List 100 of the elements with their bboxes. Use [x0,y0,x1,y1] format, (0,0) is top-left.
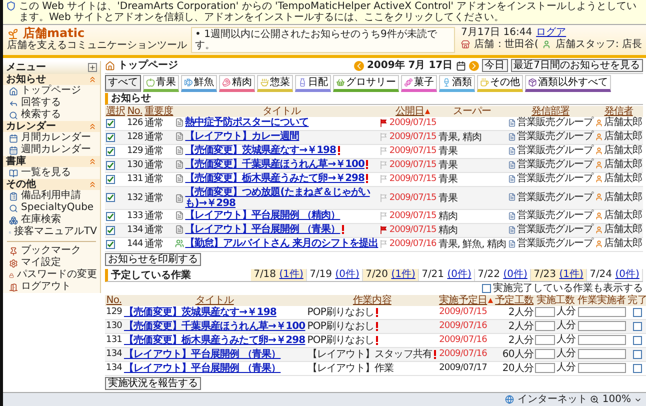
done-checkbox[interactable] [632,308,642,317]
logout-link[interactable]: ログア [536,27,566,38]
count-link[interactable]: (1件) [391,269,416,280]
done-checkbox[interactable] [632,364,642,373]
category-tab[interactable]: すべて [105,75,141,92]
menu-item[interactable]: ブックマーク [3,245,100,257]
column-header[interactable]: 作業内容 [306,295,438,306]
category-tab[interactable]: 菓子 [401,75,437,92]
input-field[interactable] [535,348,556,358]
input-field[interactable] [578,363,626,374]
task-title-link[interactable]: 【レイアウト】平台展開例 （青果） [124,349,281,360]
row-checkbox[interactable] [106,174,115,184]
column-header[interactable]: スーパー [437,106,507,117]
column-header[interactable]: 発信部署 [507,106,594,117]
previous-icon[interactable] [354,60,364,70]
category-tab[interactable]: その他 [477,75,523,92]
task-title-link[interactable]: 【レイアウト】平台展開例 （青果） [124,363,281,374]
done-checkbox[interactable] [632,350,642,359]
notice-title-link[interactable]: 【売価変更】茨城県産なす→￥198 [185,145,336,156]
notice-title-link[interactable]: 【レイアウト】平台展開例 （青果） [185,224,340,235]
input-field[interactable] [578,335,626,346]
menu-item[interactable]: 備品利用申請 [3,190,100,202]
collapse-icon[interactable] [88,122,97,131]
notice-title-link[interactable]: 【売価変更】栃木県産うみたて卵→￥298 [185,173,364,184]
notice-title-link[interactable]: 熱中症予防ポスターについて [185,117,309,128]
category-tab[interactable]: 酒類 [439,75,475,92]
notice-title-link[interactable]: 【レイアウト】平台展開例 （精肉） [185,210,340,221]
done-checkbox[interactable] [632,336,642,345]
notice-title-link[interactable]: 【勤怠】アルバイトさん 来月のシフトを提出 [185,238,378,249]
count-link[interactable]: (1件) [559,269,584,280]
column-header[interactable]: 作業実施者 [576,295,627,306]
flag-icon[interactable] [380,226,388,234]
toolbar-button[interactable]: 最近7日間のお知らせを見る [510,59,643,72]
menu-item[interactable]: 月間カレンダー [3,132,100,144]
menu-item[interactable]: パスワードの変更 [3,269,100,281]
row-checkbox[interactable] [106,146,115,156]
column-header[interactable]: 予定工数 [494,295,534,306]
category-tab[interactable]: 酒類以外すべて [525,75,611,92]
task-title-link[interactable]: 【売価変更】茨城県産なす→￥198 [124,307,276,318]
column-header[interactable]: No. [105,295,123,306]
done-checkbox[interactable] [632,322,642,331]
row-checkbox[interactable] [106,160,115,170]
collapse-icon[interactable] [88,157,97,166]
flag-icon[interactable] [380,119,388,128]
count-link[interactable]: (0件) [447,269,472,280]
row-checkbox[interactable] [106,226,115,235]
notice-title-link[interactable]: 【売価変更】千葉県産ほうれん草→￥100 [185,159,364,170]
menu-item[interactable]: SpecialtyQube [3,202,100,214]
row-checkbox[interactable] [106,118,115,128]
calendar-icon[interactable] [456,60,466,70]
plus-icon[interactable] [88,63,97,72]
column-header[interactable]: タイトル [122,295,306,306]
category-tab[interactable]: 青果 [143,75,179,92]
checkbox[interactable] [482,284,491,293]
menu-item[interactable]: 検索する [3,109,100,121]
column-header[interactable]: タイトル [174,106,388,117]
count-link[interactable]: (1件) [279,269,304,280]
column-header[interactable]: No. [126,106,144,117]
column-header[interactable]: 実施予定日 [438,295,494,306]
infobar[interactable]: この Web サイトは、'DreamArts Corporation' からの 'TempoMaticHelper ActiveX Control' アドオンをインストールしようとしています。Web サイトとアドオンを信頼し、アドオンをインストールするには、ここをクリックしてください。 [3,0,646,25]
input-field[interactable] [578,321,626,332]
count-link[interactable]: (0件) [335,269,360,280]
task-title-link[interactable]: 【売価変更】栃木県産うみたて卵→￥298 [124,335,306,346]
count-link[interactable]: (0件) [615,269,640,280]
collapse-icon[interactable] [88,75,97,84]
toolbar-button[interactable]: 今日 [482,59,508,72]
menu-item[interactable]: 接客マニュアルTV [3,226,100,238]
column-header[interactable]: 公開日 [388,106,438,117]
column-header[interactable]: 実施工数 [534,295,577,306]
menu-item[interactable]: ログアウト [3,281,100,293]
menu-item[interactable]: 週間カレンダー [3,144,100,156]
column-header[interactable]: 完了 [626,295,646,306]
print-button[interactable]: お知らせを印刷する [105,253,201,266]
column-header[interactable]: 発信者 [594,106,643,117]
input-field[interactable] [535,334,556,344]
menu-item[interactable]: 一覧を見る [3,167,100,179]
zoom-level[interactable]: 100% [602,394,631,405]
row-checkbox[interactable] [106,193,115,202]
input-field[interactable] [535,320,556,330]
menu-item[interactable]: 回答する [3,97,100,109]
category-tab[interactable]: グロサリー [333,75,399,92]
category-tab[interactable]: 精肉 [219,75,255,92]
input-field[interactable] [578,349,626,360]
report-button[interactable]: 実施状況を報告する [105,377,201,390]
row-checkbox[interactable] [106,240,115,249]
notice-title-link[interactable]: 【売価変更】つめ放題(たまねぎ＆じゃがいも)→￥298 [185,187,378,209]
menu-item[interactable]: 在庫検索 [3,214,100,226]
category-tab[interactable]: 鮮魚 [181,75,217,92]
input-field[interactable] [535,306,556,316]
menu-item[interactable]: マイ設定 [3,257,100,269]
row-checkbox[interactable] [106,212,115,221]
row-checkbox[interactable] [106,132,115,142]
notice-title-link[interactable]: 【レイアウト】カレー週間 [185,131,300,142]
task-title-link[interactable]: 【売価変更】千葉県産ほうれん草→￥100 [124,321,306,332]
input-field[interactable] [578,307,626,318]
column-header[interactable]: 選択 [105,106,126,117]
input-field[interactable] [535,362,556,372]
column-header[interactable]: 重要度 [144,106,174,117]
category-tab[interactable]: 惣菜 [257,75,293,92]
category-tab[interactable]: 日配 [295,75,331,92]
